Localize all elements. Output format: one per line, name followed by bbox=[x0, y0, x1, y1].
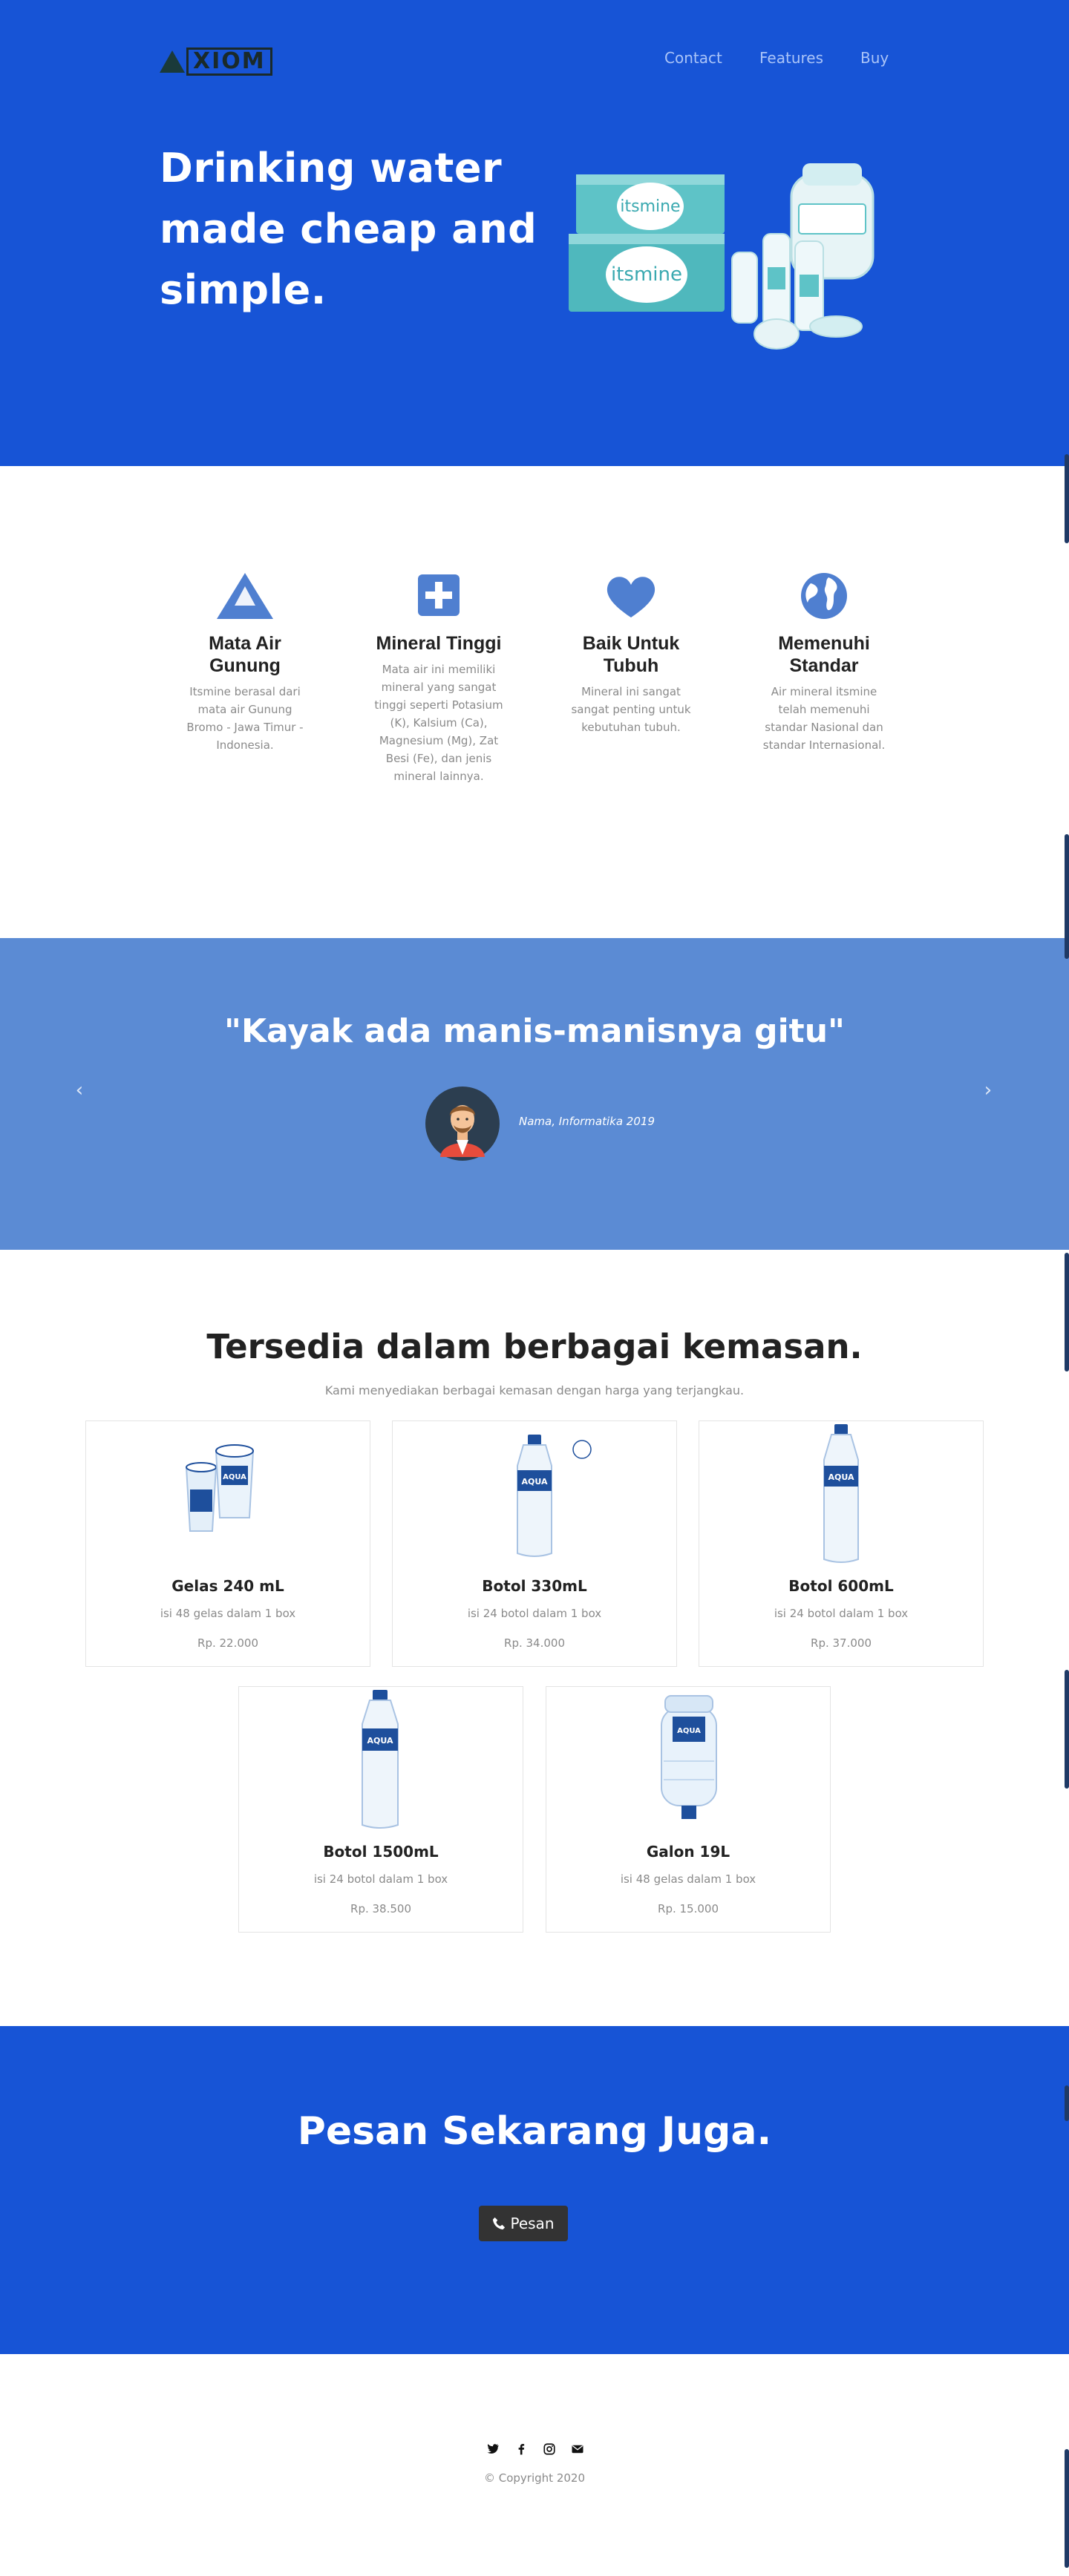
product-price: Rp. 22.000 bbox=[197, 1636, 258, 1650]
feature-title: Memenuhi Standar bbox=[778, 633, 870, 676]
globe-icon bbox=[801, 573, 847, 619]
feature-title: Mineral Tinggi bbox=[376, 633, 502, 654]
svg-text:AQUA: AQUA bbox=[367, 1736, 393, 1746]
feature-item: Mineral Tinggi Mata air ini memiliki min… bbox=[368, 570, 509, 785]
product-image-botol-330: AQUA bbox=[517, 1435, 592, 1557]
products-section: Tersedia dalam berbagai kemasan. Kami me… bbox=[0, 1250, 1069, 2026]
footer: © Copyright 2020 bbox=[0, 2354, 1069, 2576]
scrollbar-thumb[interactable] bbox=[1065, 2085, 1069, 2121]
carousel-next-icon[interactable]: › bbox=[977, 1079, 999, 1101]
feature-title: Mata Air Gunung bbox=[209, 633, 281, 676]
product-image-gelas: AQUA bbox=[185, 1444, 255, 1532]
product-name: Botol 330mL bbox=[482, 1577, 587, 1595]
product-card[interactable]: AQUA Botol 600mL isi 24 botol dalam 1 bo… bbox=[699, 1420, 984, 1667]
products-subtitle: Kami menyediakan berbagai kemasan dengan… bbox=[324, 1383, 745, 1397]
avatar bbox=[425, 1087, 500, 1161]
feature-text: Itsmine berasal dari mata air Gunung Bro… bbox=[186, 685, 304, 752]
nav-features-link[interactable]: Features bbox=[759, 46, 823, 70]
product-card[interactable]: AQUA Galon 19L isi 48 gelas dalam 1 box … bbox=[546, 1686, 831, 1933]
social-links bbox=[486, 2442, 584, 2456]
plus-square-icon bbox=[418, 574, 460, 616]
heart-icon bbox=[607, 577, 656, 617]
facebook-icon[interactable] bbox=[514, 2442, 528, 2456]
product-price: Rp. 38.500 bbox=[350, 1902, 411, 1915]
feature-title: Baik Untuk Tubuh bbox=[582, 633, 680, 676]
product-price: Rp. 37.000 bbox=[811, 1636, 872, 1650]
feature-item: Baik Untuk Tubuh Mineral ini sangat sang… bbox=[560, 570, 702, 736]
testimonial-quote: "Kayak ada manis-manisnya gitu" bbox=[224, 1012, 845, 1050]
svg-text:AQUA: AQUA bbox=[522, 1477, 548, 1487]
svg-text:itsmine: itsmine bbox=[611, 263, 682, 286]
instagram-icon[interactable] bbox=[543, 2442, 556, 2456]
nav-buy-link[interactable]: Buy bbox=[860, 46, 889, 70]
product-name: Botol 1500mL bbox=[323, 1843, 439, 1861]
product-price: Rp. 15.000 bbox=[658, 1902, 719, 1915]
feature-text: Air mineral itsmine telah memenuhi stand… bbox=[762, 685, 886, 752]
nav-contact-link[interactable]: Contact bbox=[664, 46, 722, 70]
features-section: Mata Air Gunung Itsmine berasal dari mat… bbox=[0, 466, 1069, 938]
product-card[interactable]: AQUA Botol 330mL isi 24 botol dalam 1 bo… bbox=[392, 1420, 677, 1667]
cta-title: Pesan Sekarang Juga. bbox=[297, 2109, 772, 2154]
scrollbar-thumb[interactable] bbox=[1065, 1253, 1069, 1371]
product-name: Galon 19L bbox=[646, 1843, 730, 1861]
order-button[interactable]: Pesan bbox=[479, 2206, 568, 2241]
scrollbar-thumb[interactable] bbox=[1065, 834, 1069, 959]
hero-title: Drinking water made cheap and simple. bbox=[160, 145, 537, 313]
svg-text:AQUA: AQUA bbox=[828, 1472, 854, 1482]
order-button-label: Pesan bbox=[510, 2215, 555, 2232]
scrollbar-thumb[interactable] bbox=[1065, 1670, 1069, 1789]
site-logo[interactable]: XIOM bbox=[160, 46, 277, 77]
scrollbar-thumb[interactable] bbox=[1065, 454, 1069, 543]
twitter-icon[interactable] bbox=[486, 2442, 500, 2456]
logo-triangle-icon bbox=[160, 50, 185, 73]
mountain-icon bbox=[217, 573, 273, 619]
product-image-botol-600: AQUA bbox=[823, 1424, 859, 1563]
phone-icon bbox=[493, 2217, 506, 2230]
product-desc: isi 48 gelas dalam 1 box bbox=[160, 1607, 296, 1620]
product-desc: isi 24 botol dalam 1 box bbox=[774, 1607, 909, 1620]
svg-text:AQUA: AQUA bbox=[677, 1727, 701, 1735]
product-card[interactable]: AQUA Botol 1500mL isi 24 botol dalam 1 b… bbox=[238, 1686, 523, 1933]
product-image-galon: AQUA bbox=[661, 1695, 717, 1819]
hero-section: XIOM Contact Features Buy Drinking water… bbox=[0, 0, 1069, 466]
product-name: Botol 600mL bbox=[788, 1577, 894, 1595]
feature-text: Mineral ini sangat sangat penting untuk … bbox=[571, 685, 691, 734]
envelope-icon[interactable] bbox=[571, 2442, 584, 2456]
logo-text: XIOM bbox=[186, 47, 272, 76]
svg-text:AQUA: AQUA bbox=[223, 1473, 246, 1481]
copyright-text: © Copyright 2020 bbox=[483, 2471, 585, 2485]
product-desc: isi 48 gelas dalam 1 box bbox=[620, 1872, 756, 1886]
product-desc: isi 24 botol dalam 1 box bbox=[313, 1872, 448, 1886]
products-title: Tersedia dalam berbagai kemasan. bbox=[206, 1327, 863, 1366]
testimonial-section: ‹ "Kayak ada manis-manisnya gitu" Nama, … bbox=[0, 938, 1069, 1250]
product-desc: isi 24 botol dalam 1 box bbox=[467, 1607, 602, 1620]
carousel-prev-icon[interactable]: ‹ bbox=[68, 1079, 91, 1101]
product-price: Rp. 34.000 bbox=[504, 1636, 565, 1650]
scrollbar-thumb[interactable] bbox=[1065, 2449, 1069, 2568]
product-image-botol-1500: AQUA bbox=[362, 1690, 399, 1829]
cta-section: Pesan Sekarang Juga. Pesan bbox=[0, 2026, 1069, 2354]
feature-item: Memenuhi Standar Air mineral itsmine tel… bbox=[753, 570, 895, 754]
svg-text:itsmine: itsmine bbox=[620, 197, 680, 216]
hero-product-image: itsmine itsmine bbox=[569, 163, 875, 350]
feature-item: Mata Air Gunung Itsmine berasal dari mat… bbox=[174, 570, 316, 754]
feature-text: Mata air ini memiliki mineral yang sanga… bbox=[374, 663, 503, 783]
product-name: Gelas 240 mL bbox=[171, 1577, 284, 1595]
testimonial-author: Nama, Informatika 2019 bbox=[519, 1115, 655, 1128]
product-card[interactable]: AQUA Gelas 240 mL isi 48 gelas dalam 1 b… bbox=[85, 1420, 370, 1667]
